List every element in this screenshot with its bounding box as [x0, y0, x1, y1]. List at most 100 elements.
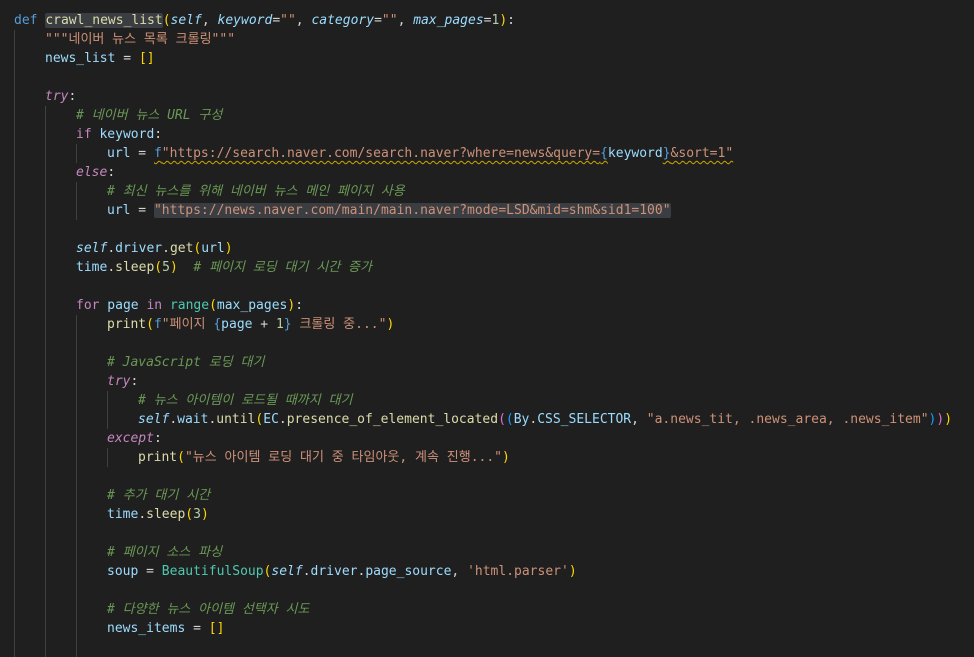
code-token: ) — [568, 564, 577, 579]
code-token: : — [153, 431, 162, 446]
code-token: else — [76, 165, 108, 180]
code-token: ( — [185, 507, 194, 522]
code-line[interactable]: # 추가 대기 시간 — [107, 486, 210, 505]
code-token: 크롤링 중..." — [291, 317, 387, 332]
code-line[interactable]: for page in range(max_pages): — [76, 296, 303, 315]
code-token: 'html.parser' — [467, 564, 569, 579]
code-token: + — [252, 317, 276, 332]
code-line[interactable]: if keyword: — [76, 125, 162, 144]
code-token: # 추가 대기 시간 — [107, 488, 211, 503]
code-token: max_pages — [413, 13, 484, 28]
code-line[interactable]: soup = BeautifulSoup(self.driver.page_so… — [107, 562, 577, 581]
code-token: By — [513, 412, 530, 427]
code-token: ( — [162, 13, 171, 28]
code-token: = — [185, 621, 209, 636]
code-token: page — [221, 317, 253, 332]
code-line[interactable]: # 최신 뉴스를 위해 네이버 뉴스 메인 페이지 사용 — [107, 182, 405, 201]
indent-guide — [14, 30, 15, 657]
code-token: print — [138, 450, 178, 465]
code-line[interactable]: news_items = [] — [107, 619, 224, 638]
code-token: ) — [224, 241, 233, 256]
code-token: self — [170, 13, 202, 28]
code-line[interactable]: def crawl_news_list(self, keyword="", ca… — [14, 11, 515, 30]
code-token: "" — [280, 13, 296, 28]
code-token: ( — [498, 412, 506, 427]
code-line[interactable]: try: — [107, 372, 138, 391]
code-token: ( — [146, 317, 154, 332]
code-token: url — [107, 146, 131, 161]
code-token: "뉴스 아이템 로딩 대기 중 타임아웃, 계속 진행..." — [184, 450, 502, 465]
code-token: : — [295, 298, 304, 313]
code-token: } — [662, 146, 671, 161]
code-editor[interactable]: def crawl_news_list(self, keyword="", ca… — [0, 0, 974, 657]
code-line[interactable]: self.driver.get(url) — [76, 239, 233, 258]
code-token: ( — [177, 450, 185, 465]
indent-guide — [76, 182, 77, 220]
code-token: f — [153, 146, 162, 161]
code-token: . — [138, 507, 147, 522]
code-token: , — [451, 564, 468, 579]
code-token: = — [483, 13, 492, 28]
code-line[interactable]: news_list = [] — [45, 49, 155, 68]
code-line[interactable]: # 페이지 소스 파싱 — [107, 543, 222, 562]
code-token: self — [76, 241, 108, 256]
code-token: page — [99, 298, 147, 313]
code-token: ( — [154, 260, 163, 275]
code-line[interactable]: time.sleep(3) — [107, 505, 209, 524]
code-token: . — [169, 412, 178, 427]
code-line[interactable]: url = "https://news.naver.com/main/main.… — [107, 201, 671, 220]
code-token: } — [283, 317, 292, 332]
code-line[interactable]: # JavaScript 로딩 대기 — [107, 353, 264, 372]
code-token: "a.news_tit, .news_area, .news_item" — [646, 412, 929, 427]
code-token: . — [302, 564, 311, 579]
code-line[interactable]: # 뉴스 아이템이 로드될 때까지 대기 — [138, 391, 352, 410]
code-line[interactable]: except: — [107, 429, 162, 448]
code-token: [] — [138, 51, 155, 66]
code-token: # 최신 뉴스를 위해 네이버 뉴스 메인 페이지 사용 — [107, 184, 405, 199]
code-token: f — [153, 317, 162, 332]
code-line[interactable]: time.sleep(5) # 페이지 로딩 대기 시간 증가 — [76, 258, 372, 277]
code-token: """네이버 뉴스 목록 크롤링""" — [45, 32, 236, 47]
code-token: ( — [505, 412, 514, 427]
code-token: "" — [381, 13, 398, 28]
code-token: keyword — [91, 127, 155, 142]
code-token: self — [271, 564, 303, 579]
code-token: . — [162, 241, 170, 256]
code-token: if — [76, 127, 92, 142]
code-token: self — [138, 412, 170, 427]
code-token: 1 — [275, 317, 284, 332]
code-line[interactable]: """네이버 뉴스 목록 크롤링""" — [45, 30, 235, 49]
code-token: crawl_news_list — [45, 13, 163, 28]
code-token: soup — [107, 564, 139, 579]
code-token: , — [397, 13, 414, 28]
code-token: get — [169, 241, 194, 256]
code-line[interactable]: print("뉴스 아이템 로딩 대기 중 타임아웃, 계속 진행...") — [138, 448, 510, 467]
code-token: # 페이지 소스 파싱 — [107, 545, 223, 560]
code-line[interactable]: try: — [45, 87, 76, 106]
code-token: max_pages — [216, 298, 288, 313]
code-token: category — [311, 13, 375, 28]
code-token: ( — [209, 298, 217, 313]
code-token: presence_of_element_located — [286, 412, 499, 427]
code-line[interactable]: url = f"https://search.naver.com/search.… — [107, 144, 733, 163]
code-token: news_items — [107, 621, 186, 636]
code-token: [] — [208, 621, 225, 636]
code-token: page_source — [365, 564, 452, 579]
code-line[interactable]: else: — [76, 163, 115, 182]
code-line[interactable]: # 다양한 뉴스 아이템 선택자 시도 — [107, 600, 309, 619]
indent-guide — [107, 391, 108, 429]
code-line[interactable]: self.wait.until(EC.presence_of_element_l… — [138, 410, 952, 429]
indent-guide — [76, 144, 77, 163]
code-line[interactable]: # 네이버 뉴스 URL 구성 — [76, 106, 222, 125]
indent-guide — [107, 448, 108, 467]
code-token: ) — [169, 260, 178, 275]
code-token: news_list — [45, 51, 116, 66]
code-token: try — [107, 374, 131, 389]
code-token: ) — [386, 317, 395, 332]
code-token: "https://news.naver.com/main/main.naver?… — [153, 203, 671, 218]
code-token: BeautifulSoup — [161, 564, 264, 579]
code-token: . — [107, 241, 116, 256]
code-line[interactable]: print(f"페이지 {page + 1} 크롤링 중...") — [107, 315, 394, 334]
